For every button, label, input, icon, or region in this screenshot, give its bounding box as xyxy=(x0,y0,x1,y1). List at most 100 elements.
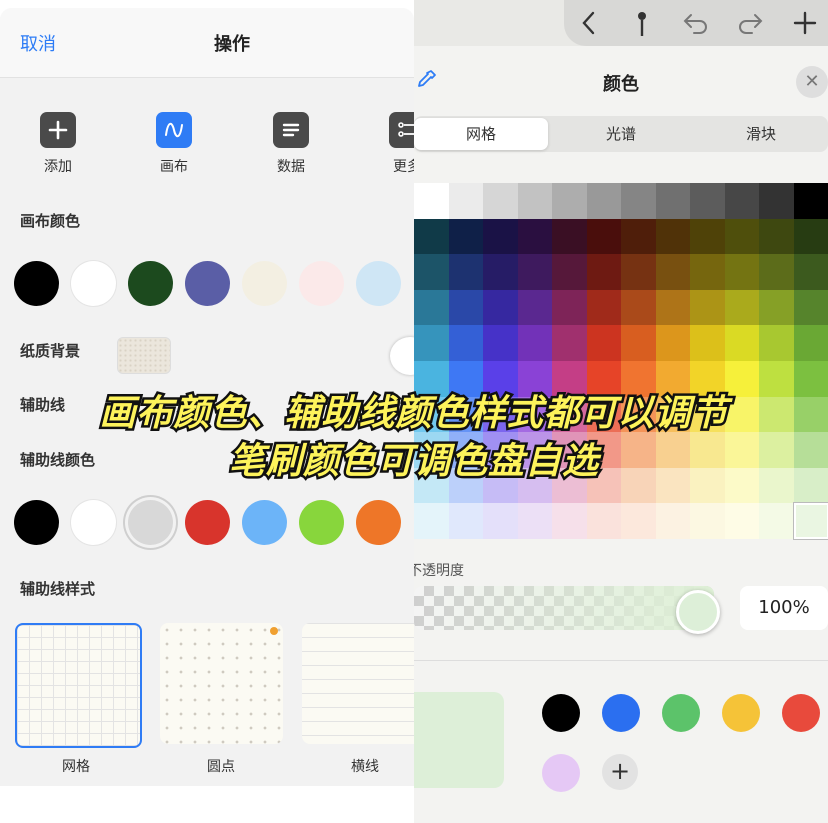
palette-color-cell[interactable] xyxy=(724,183,760,220)
paper-bg-toggle[interactable] xyxy=(390,337,414,375)
guide-color-swatch[interactable] xyxy=(356,500,401,545)
undo-icon[interactable] xyxy=(682,10,710,36)
canvas-color-swatch[interactable] xyxy=(299,261,344,306)
palette-color-cell[interactable] xyxy=(586,289,622,326)
tab-sliders[interactable]: 滑块 xyxy=(694,116,828,152)
palette-color-cell[interactable] xyxy=(414,183,449,220)
palette-color-cell[interactable] xyxy=(586,325,622,362)
palette-color-cell[interactable] xyxy=(517,254,553,291)
palette-color-cell[interactable] xyxy=(690,325,725,362)
palette-color-cell[interactable] xyxy=(552,289,587,326)
palette-color-cell[interactable] xyxy=(759,218,794,255)
palette-color-cell[interactable] xyxy=(724,325,760,362)
palette-color-cell[interactable] xyxy=(448,325,484,362)
palette-color-cell[interactable] xyxy=(517,218,553,255)
palette-color-cell[interactable] xyxy=(690,289,725,326)
palette-color-cell[interactable] xyxy=(759,183,794,220)
canvas-tool-button[interactable]: 画布 xyxy=(138,112,210,176)
palette-color-cell[interactable] xyxy=(517,325,553,362)
palette-color-cell[interactable] xyxy=(655,254,691,291)
canvas-color-swatch[interactable] xyxy=(242,261,287,306)
recent-color-swatch[interactable] xyxy=(542,694,580,732)
redo-icon[interactable] xyxy=(736,10,764,36)
palette-color-cell[interactable] xyxy=(483,254,518,291)
palette-color-cell[interactable] xyxy=(655,503,691,540)
canvas-color-swatch[interactable] xyxy=(128,261,173,306)
add-tool-button[interactable]: 添加 xyxy=(22,112,94,176)
palette-color-cell[interactable] xyxy=(414,503,449,540)
lines-style-card[interactable] xyxy=(302,623,414,744)
palette-color-cell[interactable] xyxy=(621,183,656,220)
more-tool-button[interactable]: 更多 xyxy=(371,112,414,176)
palette-color-cell[interactable] xyxy=(586,218,622,255)
palette-color-cell[interactable] xyxy=(724,503,760,540)
palette-color-cell[interactable] xyxy=(655,183,691,220)
palette-color-cell[interactable] xyxy=(552,503,587,540)
palette-color-cell[interactable] xyxy=(690,218,725,255)
palette-color-cell[interactable] xyxy=(483,503,518,540)
recent-color-swatch[interactable] xyxy=(722,694,760,732)
palette-color-cell[interactable] xyxy=(621,503,656,540)
palette-color-cell[interactable] xyxy=(792,502,828,541)
palette-color-cell[interactable] xyxy=(517,183,553,220)
palette-color-cell[interactable] xyxy=(448,254,484,291)
palette-color-cell[interactable] xyxy=(517,503,553,540)
palette-color-cell[interactable] xyxy=(621,289,656,326)
palette-color-cell[interactable] xyxy=(414,289,449,326)
guide-color-swatch[interactable] xyxy=(299,500,344,545)
palette-color-cell[interactable] xyxy=(586,183,622,220)
opacity-slider[interactable] xyxy=(414,586,714,630)
palette-color-cell[interactable] xyxy=(621,218,656,255)
palette-color-cell[interactable] xyxy=(759,503,794,540)
grid-style-card[interactable] xyxy=(15,623,142,748)
palette-color-cell[interactable] xyxy=(793,325,828,362)
palette-color-cell[interactable] xyxy=(448,503,484,540)
palette-color-cell[interactable] xyxy=(793,289,828,326)
guide-color-swatch[interactable] xyxy=(185,500,230,545)
palette-color-cell[interactable] xyxy=(483,289,518,326)
canvas-color-swatch[interactable] xyxy=(185,261,230,306)
tab-grid[interactable]: 网格 xyxy=(414,118,548,150)
palette-color-cell[interactable] xyxy=(552,254,587,291)
palette-color-cell[interactable] xyxy=(586,503,622,540)
color-grid-palette[interactable] xyxy=(414,183,828,541)
palette-color-cell[interactable] xyxy=(483,218,518,255)
palette-color-cell[interactable] xyxy=(793,254,828,291)
palette-color-cell[interactable] xyxy=(483,183,518,220)
palette-color-cell[interactable] xyxy=(448,218,484,255)
palette-color-cell[interactable] xyxy=(655,218,691,255)
palette-color-cell[interactable] xyxy=(793,218,828,255)
plus-icon[interactable] xyxy=(792,10,818,36)
palette-color-cell[interactable] xyxy=(724,289,760,326)
recent-color-swatch[interactable] xyxy=(782,694,820,732)
guide-color-swatch[interactable] xyxy=(242,500,287,545)
palette-color-cell[interactable] xyxy=(655,289,691,326)
palette-color-cell[interactable] xyxy=(552,183,587,220)
palette-color-cell[interactable] xyxy=(724,254,760,291)
tab-spectrum[interactable]: 光谱 xyxy=(554,116,688,152)
palette-color-cell[interactable] xyxy=(621,325,656,362)
recent-color-swatch[interactable] xyxy=(662,694,700,732)
palette-color-cell[interactable] xyxy=(552,325,587,362)
guide-color-swatch[interactable] xyxy=(14,500,59,545)
paper-texture-thumbnail[interactable] xyxy=(117,337,171,374)
palette-color-cell[interactable] xyxy=(759,325,794,362)
palette-color-cell[interactable] xyxy=(448,289,484,326)
palette-color-cell[interactable] xyxy=(690,183,725,220)
palette-color-cell[interactable] xyxy=(517,289,553,326)
close-button[interactable]: ✕ xyxy=(796,66,828,98)
palette-color-cell[interactable] xyxy=(724,218,760,255)
palette-color-cell[interactable] xyxy=(690,254,725,291)
palette-color-cell[interactable] xyxy=(414,254,449,291)
pin-icon[interactable] xyxy=(632,10,652,38)
data-tool-button[interactable]: 数据 xyxy=(255,112,327,176)
palette-color-cell[interactable] xyxy=(655,325,691,362)
canvas-color-swatch[interactable] xyxy=(14,261,59,306)
palette-color-cell[interactable] xyxy=(552,218,587,255)
guide-color-swatch[interactable] xyxy=(128,500,173,545)
palette-color-cell[interactable] xyxy=(759,254,794,291)
opacity-value[interactable]: 100% xyxy=(740,586,828,630)
back-chevron-icon[interactable] xyxy=(578,10,600,36)
palette-color-cell[interactable] xyxy=(414,218,449,255)
palette-color-cell[interactable] xyxy=(759,289,794,326)
